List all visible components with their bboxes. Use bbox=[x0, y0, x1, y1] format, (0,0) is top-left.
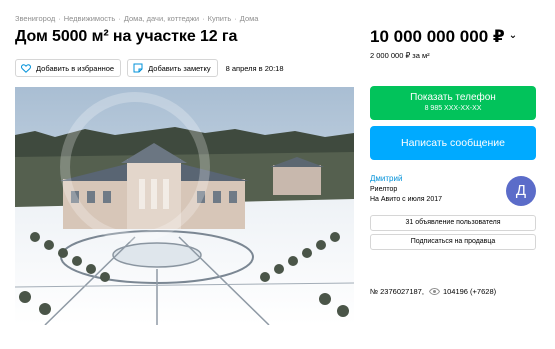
breadcrumb-separator: · bbox=[202, 14, 205, 23]
add-to-favorites-label: Добавить в избранное bbox=[36, 63, 115, 73]
show-phone-label: Показать телефон bbox=[410, 92, 496, 103]
add-to-favorites-button[interactable]: Добавить в избранное bbox=[15, 59, 122, 77]
breadcrumb-item-city[interactable]: Звенигород bbox=[15, 14, 55, 23]
heart-icon bbox=[21, 63, 31, 73]
avatar[interactable]: Д bbox=[506, 176, 536, 206]
listing-actions: Добавить в избранное Добавить заметку 8 … bbox=[15, 59, 284, 77]
seller-card: Дмитрий Риелтор На Авито с июля 2017 Д bbox=[370, 174, 536, 208]
listing-date: 8 апреля в 20:18 bbox=[225, 63, 284, 73]
note-icon bbox=[133, 63, 143, 73]
masked-phone-number: 8 985 XXX-XX-XX bbox=[424, 105, 482, 112]
listing-meta: № 2376027187, 104196 (+7628) bbox=[370, 287, 496, 296]
seller-name-link[interactable]: Дмитрий bbox=[370, 174, 402, 183]
mansion-photo bbox=[15, 87, 354, 325]
listing-number: № 2376027187, bbox=[370, 287, 424, 296]
breadcrumb-separator: · bbox=[234, 14, 237, 23]
show-phone-button[interactable]: Показать телефон 8 985 XXX-XX-XX bbox=[370, 86, 536, 120]
add-note-label: Добавить заметку bbox=[148, 63, 211, 73]
page-title: Дом 5000 м² на участке 12 га bbox=[15, 28, 238, 45]
seller-role: Риелтор bbox=[370, 186, 398, 193]
write-message-button[interactable]: Написать сообщение bbox=[370, 126, 536, 160]
add-note-button[interactable]: Добавить заметку bbox=[127, 59, 218, 77]
breadcrumb-item-houses[interactable]: Дома bbox=[240, 14, 259, 23]
listing-photo[interactable] bbox=[15, 87, 354, 325]
eye-icon bbox=[428, 288, 440, 295]
listing-price[interactable]: 10 000 000 000 ₽ ⌄ bbox=[370, 27, 517, 47]
price-value: 10 000 000 000 ₽ bbox=[370, 27, 505, 46]
seller-since: На Авито с июля 2017 bbox=[370, 196, 442, 203]
views-count: 104196 (+7628) bbox=[442, 287, 497, 296]
breadcrumb-item-buy[interactable]: Купить bbox=[208, 14, 232, 23]
seller-ads-button[interactable]: 31 объявление пользователя bbox=[370, 215, 536, 231]
breadcrumb-item-houses-category[interactable]: Дома, дачи, коттеджи bbox=[124, 14, 199, 23]
chevron-down-icon[interactable]: ⌄ bbox=[509, 30, 517, 41]
price-per-square-meter: 2 000 000 ₽ за м² bbox=[370, 51, 430, 60]
breadcrumb-separator: · bbox=[118, 14, 121, 23]
breadcrumb: Звенигород · Недвижимость · Дома, дачи, котт… bbox=[15, 14, 258, 23]
breadcrumb-item-realty[interactable]: Недвижимость bbox=[64, 14, 116, 23]
breadcrumb-separator: · bbox=[58, 14, 61, 23]
subscribe-seller-button[interactable]: Подписаться на продавца bbox=[370, 234, 536, 250]
